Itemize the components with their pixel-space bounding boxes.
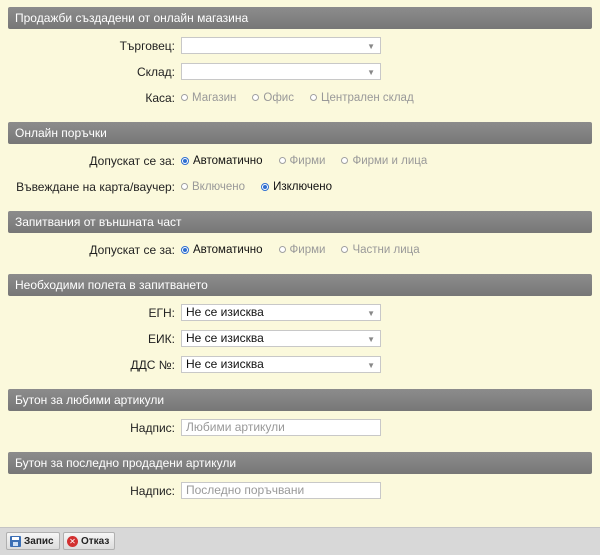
orders-allowed-radio-companies[interactable]: Фирми [278, 154, 326, 167]
section-header-required-fields: Необходими полета в запитването [8, 274, 592, 296]
save-button[interactable]: Запис [6, 532, 60, 550]
eik-row: ЕИК: Не се изисква ▼ [8, 326, 592, 352]
card-voucher-on-label: Включено [192, 180, 246, 193]
chevron-down-icon: ▼ [367, 361, 375, 370]
inquiries-allowed-radio-companies[interactable]: Фирми [278, 243, 326, 256]
chevron-down-icon: ▼ [367, 335, 375, 344]
card-voucher-radio-on[interactable]: Включено [181, 181, 245, 193]
section-header-online-orders: Онлайн поръчки [8, 122, 592, 144]
section-header-online-sales: Продажби създадени от онлайн магазина [8, 7, 592, 29]
section-header-external-inquiries: Запитвания от външната част [8, 211, 592, 233]
section-header-recent-button: Бутон за последно продадени артикули [8, 452, 592, 474]
egn-select[interactable]: Не се изисква ▼ [181, 304, 381, 321]
orders-allowed-companies-label: Фирми [289, 154, 326, 167]
egn-row: ЕГН: Не се изисква ▼ [8, 300, 592, 326]
cash-label: Каса: [145, 91, 175, 105]
vat-label: ДДС №: [130, 358, 175, 372]
cancel-button-label: Отказ [81, 535, 110, 547]
section-header-favorites-button: Бутон за любими артикули [8, 389, 592, 411]
card-voucher-label: Въвеждане на карта/ваучер: [16, 180, 175, 194]
inquiries-allowed-row: Допускат се за: Автоматично Фирми Частни… [8, 237, 592, 263]
favorites-caption-row: Надпис: Любими артикули [8, 415, 592, 441]
radio-selected-icon [261, 182, 270, 191]
orders-allowed-auto-label: Автоматично [193, 154, 263, 167]
eik-label: ЕИК: [148, 332, 175, 346]
eik-select[interactable]: Не се изисква ▼ [181, 330, 381, 347]
inquiries-allowed-radio-group: Автоматично Фирми Частни лица [181, 241, 436, 258]
card-voucher-radio-off[interactable]: Изключено [261, 181, 332, 193]
warehouse-select[interactable]: ▼ [181, 63, 381, 80]
vat-select-value: Не се изисква [186, 357, 264, 371]
orders-allowed-companies-persons-label: Фирми и лица [352, 154, 428, 167]
orders-allowed-radio-auto[interactable]: Автоматично [181, 155, 263, 167]
merchant-row: Търговец: ▼ [8, 33, 592, 59]
radio-icon [309, 94, 317, 101]
warehouse-row: Склад: ▼ [8, 59, 592, 85]
radio-icon [252, 94, 260, 101]
form-footer: Запис ✕ Отказ [0, 527, 600, 555]
recent-caption-row: Надпис: Последно поръчвани [8, 478, 592, 504]
favorites-caption-input[interactable]: Любими артикули [181, 419, 381, 436]
egn-select-value: Не се изисква [186, 305, 264, 319]
orders-allowed-label: Допускат се за: [89, 154, 175, 168]
card-voucher-row: Въвеждане на карта/ваучер: Включено Изкл… [8, 174, 592, 200]
radio-icon [341, 157, 349, 164]
save-button-label: Запис [24, 535, 54, 547]
inquiries-allowed-private-label: Частни лица [352, 243, 420, 256]
favorites-caption-label: Надпис: [130, 421, 175, 435]
eik-select-value: Не се изисква [186, 331, 264, 345]
egn-label: ЕГН: [148, 306, 175, 320]
chevron-down-icon: ▼ [367, 42, 375, 51]
inquiries-allowed-radio-private[interactable]: Частни лица [341, 243, 420, 256]
radio-selected-icon [181, 245, 189, 254]
cancel-button[interactable]: ✕ Отказ [63, 532, 116, 550]
cash-radio-central-label: Централен склад [320, 91, 414, 104]
radio-icon [181, 183, 188, 190]
merchant-select[interactable]: ▼ [181, 37, 381, 54]
warehouse-label: Склад: [136, 65, 175, 79]
cash-radio-group: Магазин Офис Централен склад [181, 89, 430, 106]
vat-row: ДДС №: Не се изисква ▼ [8, 352, 592, 378]
vat-select[interactable]: Не се изисква ▼ [181, 356, 381, 373]
cancel-icon: ✕ [67, 535, 78, 547]
merchant-label: Търговец: [119, 39, 175, 53]
orders-allowed-row: Допускат се за: Автоматично Фирми Фирми … [8, 148, 592, 174]
card-voucher-radio-group: Включено Изключено [181, 178, 348, 195]
cash-radio-office-label: Офис [263, 91, 294, 104]
cash-radio-shop-label: Магазин [192, 91, 237, 104]
inquiries-allowed-companies-label: Фирми [289, 243, 326, 256]
cash-radio-central-warehouse[interactable]: Централен склад [309, 91, 414, 104]
radio-icon [278, 157, 286, 164]
radio-icon [181, 94, 188, 101]
radio-selected-icon [181, 156, 189, 165]
inquiries-allowed-label: Допускат се за: [89, 243, 175, 257]
chevron-down-icon: ▼ [367, 309, 375, 318]
recent-caption-label: Надпис: [130, 484, 175, 498]
cash-row: Каса: Магазин Офис Централен склад [8, 85, 592, 111]
orders-allowed-radio-group: Автоматично Фирми Фирми и лица [181, 152, 443, 169]
radio-icon [278, 246, 286, 253]
cash-radio-office[interactable]: Офис [252, 92, 294, 104]
card-voucher-off-label: Изключено [273, 180, 332, 193]
radio-icon [341, 246, 349, 253]
recent-caption-input[interactable]: Последно поръчвани [181, 482, 381, 499]
orders-allowed-radio-companies-persons[interactable]: Фирми и лица [341, 155, 427, 167]
save-icon [10, 535, 21, 547]
inquiries-allowed-auto-label: Автоматично [193, 243, 263, 256]
cash-radio-shop[interactable]: Магазин [181, 92, 236, 104]
inquiries-allowed-radio-auto[interactable]: Автоматично [181, 244, 263, 256]
chevron-down-icon: ▼ [367, 68, 375, 77]
